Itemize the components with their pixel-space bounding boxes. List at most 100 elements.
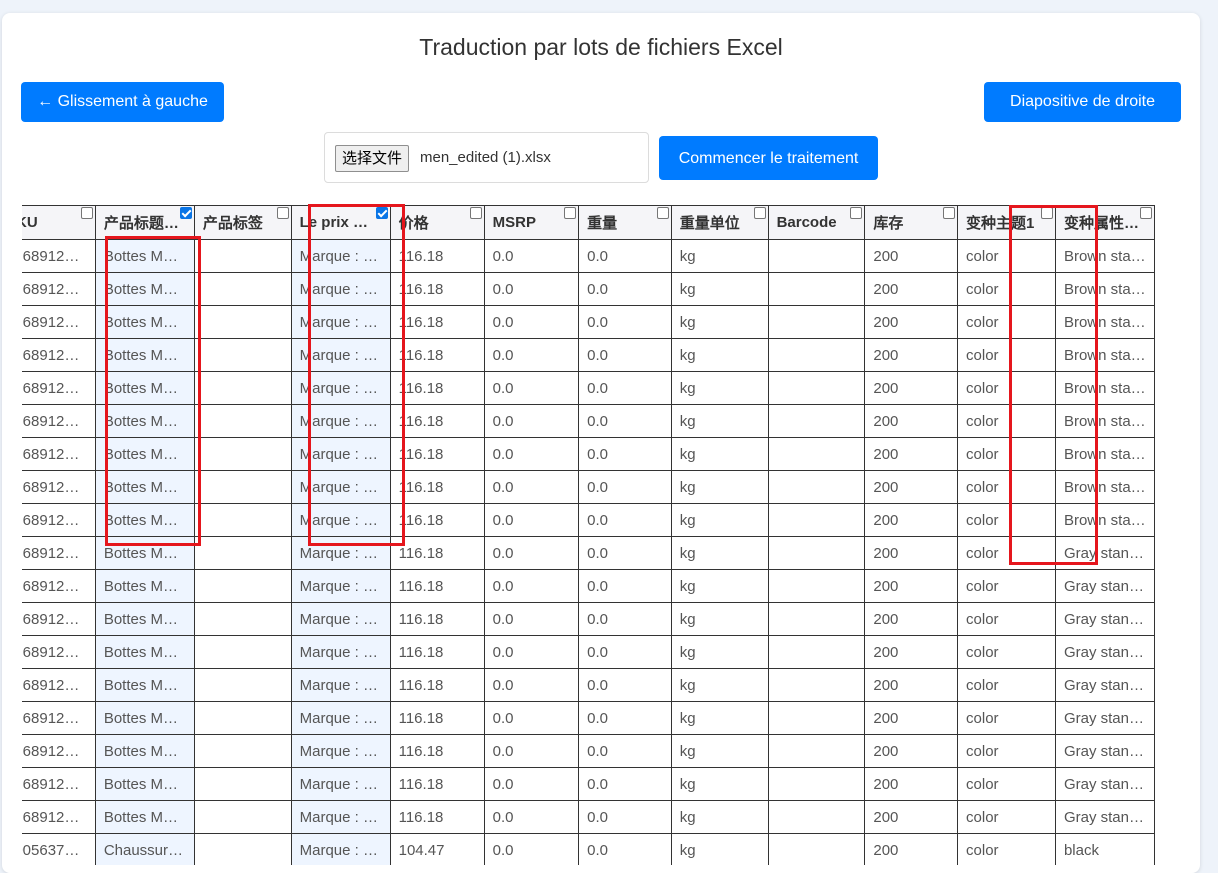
table-cell[interactable]: 4668912… — [22, 437, 96, 471]
table-cell[interactable]: Brown sta… — [1054, 404, 1156, 438]
table-cell[interactable]: color — [957, 404, 1056, 438]
table-cell[interactable]: 200 — [864, 701, 959, 735]
table-cell[interactable]: Brown sta… — [1054, 239, 1156, 273]
table-cell[interactable]: Gray stan… — [1054, 569, 1156, 603]
table-cell[interactable]: Gray stan… — [1054, 536, 1156, 570]
column-select-checkbox[interactable] — [656, 207, 669, 219]
table-cell[interactable]: 0.0 — [578, 800, 672, 834]
table-cell[interactable]: 0.0 — [483, 602, 580, 636]
table-cell[interactable]: Bottes Ma… — [94, 536, 195, 570]
table-cell[interactable]: 200 — [864, 800, 959, 834]
table-cell[interactable]: Marque : … — [290, 470, 391, 504]
table-cell[interactable]: 4668912… — [22, 701, 96, 735]
table-cell[interactable]: Marque : … — [290, 767, 391, 801]
table-cell[interactable]: Bottes Ma… — [94, 470, 195, 504]
table-cell[interactable]: 0.0 — [483, 305, 580, 339]
table-cell[interactable]: 116.18 — [389, 800, 485, 834]
table-cell[interactable]: kg — [670, 602, 769, 636]
table-cell[interactable]: 116.18 — [389, 371, 485, 405]
table-cell[interactable]: 200 — [864, 272, 959, 306]
table-cell[interactable]: 116.18 — [389, 437, 485, 471]
table-cell[interactable]: 4668912… — [22, 239, 96, 273]
table-cell[interactable]: color — [957, 338, 1056, 372]
table-cell[interactable]: 0.0 — [483, 833, 580, 865]
table-cell[interactable]: 116.18 — [389, 239, 485, 273]
table-cell[interactable]: kg — [670, 833, 769, 865]
table-cell[interactable]: kg — [670, 437, 769, 471]
table-cell[interactable]: Marque : … — [290, 536, 391, 570]
table-cell[interactable]: Gray stan… — [1054, 800, 1156, 834]
table-cell[interactable]: kg — [670, 668, 769, 702]
table-cell[interactable]: Bottes Ma… — [94, 800, 195, 834]
table-cell[interactable]: color — [957, 470, 1056, 504]
table-cell[interactable]: 200 — [864, 536, 959, 570]
table-cell[interactable]: kg — [670, 239, 769, 273]
table-cell[interactable]: Gray stan… — [1054, 701, 1156, 735]
table-cell[interactable]: kg — [670, 569, 769, 603]
table-cell[interactable]: Gray stan… — [1054, 668, 1156, 702]
table-cell[interactable]: Marque : … — [290, 833, 391, 865]
table-cell[interactable] — [193, 404, 292, 438]
table-cell[interactable]: 0.0 — [578, 668, 672, 702]
table-cell[interactable] — [767, 503, 866, 537]
slide-left-button[interactable]: ← Glissement à gauche — [21, 82, 224, 122]
table-cell[interactable]: 4668912… — [22, 536, 96, 570]
table-cell[interactable] — [767, 701, 866, 735]
column-select-checkbox[interactable] — [469, 207, 482, 219]
table-cell[interactable] — [193, 701, 292, 735]
table-cell[interactable]: color — [957, 437, 1056, 471]
table-cell[interactable]: 0.0 — [483, 404, 580, 438]
table-cell[interactable]: 0.0 — [578, 437, 672, 471]
table-cell[interactable]: 4668912… — [22, 371, 96, 405]
column-select-checkbox[interactable] — [1140, 207, 1152, 219]
table-cell[interactable]: Bottes Ma… — [94, 734, 195, 768]
table-cell[interactable]: Brown sta… — [1054, 272, 1156, 306]
table-cell[interactable]: 200 — [864, 734, 959, 768]
table-cell[interactable]: 0.0 — [483, 272, 580, 306]
table-cell[interactable]: color — [957, 800, 1056, 834]
table-cell[interactable]: color — [957, 767, 1056, 801]
table-cell[interactable]: 200 — [864, 668, 959, 702]
table-cell[interactable]: 4668912… — [22, 602, 96, 636]
table-cell[interactable]: 4668912… — [22, 800, 96, 834]
table-cell[interactable]: 116.18 — [389, 305, 485, 339]
table-cell[interactable]: color — [957, 833, 1056, 865]
table-cell[interactable]: Marque : … — [290, 701, 391, 735]
table-cell[interactable] — [767, 371, 866, 405]
table-cell[interactable]: 200 — [864, 404, 959, 438]
table-cell[interactable]: color — [957, 239, 1056, 273]
table-cell[interactable]: Brown sta… — [1054, 437, 1156, 471]
table-cell[interactable]: 0.0 — [578, 734, 672, 768]
table-cell[interactable]: Marque : … — [290, 635, 391, 669]
table-cell[interactable]: 0.0 — [483, 734, 580, 768]
column-select-checkbox[interactable] — [564, 207, 577, 219]
table-cell[interactable] — [193, 371, 292, 405]
table-cell[interactable]: 0.0 — [483, 239, 580, 273]
table-cell[interactable]: 116.18 — [389, 635, 485, 669]
table-cell[interactable]: Bottes Ma… — [94, 503, 195, 537]
table-cell[interactable]: 0.0 — [578, 371, 672, 405]
table-cell[interactable]: Bottes Ma… — [94, 701, 195, 735]
table-cell[interactable] — [767, 338, 866, 372]
table-cell[interactable] — [193, 569, 292, 603]
table-cell[interactable]: Brown sta… — [1054, 371, 1156, 405]
table-cell[interactable]: black — [1054, 833, 1156, 865]
table-cell[interactable]: Bottes Ma… — [94, 338, 195, 372]
table-cell[interactable]: Marque : … — [290, 437, 391, 471]
table-cell[interactable]: 0.0 — [578, 569, 672, 603]
table-cell[interactable]: 200 — [864, 569, 959, 603]
table-cell[interactable]: color — [957, 503, 1056, 537]
table-cell[interactable]: kg — [670, 272, 769, 306]
table-cell[interactable] — [193, 800, 292, 834]
table-cell[interactable] — [193, 833, 292, 865]
table-cell[interactable]: 4668912… — [22, 635, 96, 669]
table-cell[interactable]: 200 — [864, 470, 959, 504]
table-cell[interactable]: 4668912… — [22, 470, 96, 504]
table-cell[interactable]: kg — [670, 800, 769, 834]
table-cell[interactable]: Marque : … — [290, 239, 391, 273]
table-cell[interactable]: 4668912… — [22, 767, 96, 801]
table-cell[interactable]: color — [957, 536, 1056, 570]
table-cell[interactable]: kg — [670, 635, 769, 669]
table-cell[interactable]: Marque : … — [290, 272, 391, 306]
table-cell[interactable] — [193, 239, 292, 273]
